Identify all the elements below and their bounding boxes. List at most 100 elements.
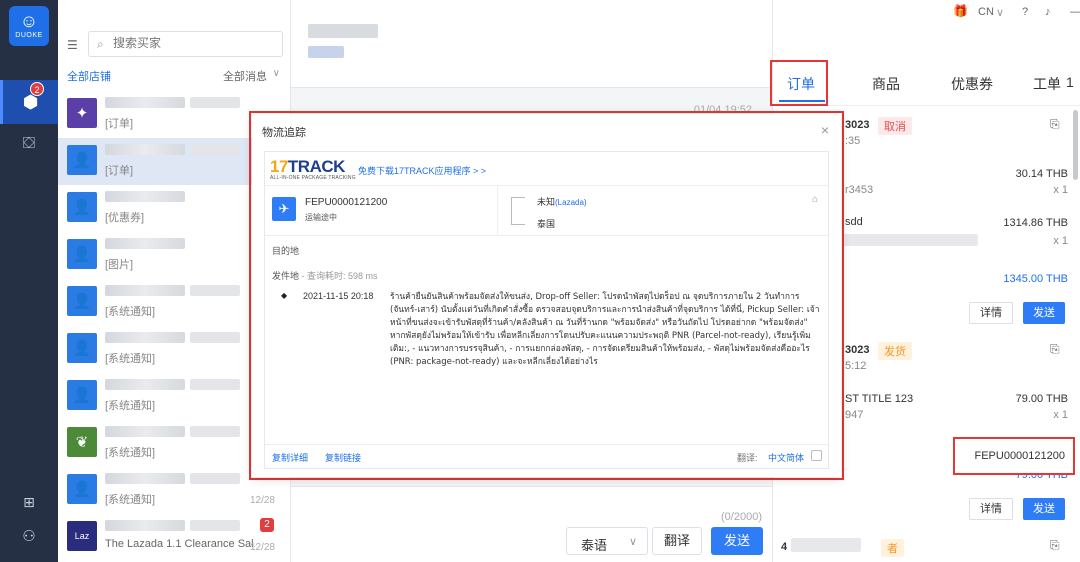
item-price: 30.14 THB	[1015, 168, 1068, 180]
gift-icon[interactable]: 🎁	[953, 4, 968, 18]
divider	[497, 186, 498, 236]
unread-badge: 2	[260, 518, 274, 532]
order-detail-button[interactable]: 详情	[969, 498, 1013, 520]
shopping-bag-icon: ⛋	[22, 135, 36, 152]
search-box[interactable]: ⌕	[88, 31, 283, 57]
chevron-down-icon[interactable]: ∨	[273, 68, 280, 79]
user-avatar-icon: 👤	[67, 239, 97, 269]
tab-coupons[interactable]: 优惠券	[951, 74, 993, 94]
modal-title: 物流追踪	[262, 127, 306, 139]
conversation-preview: [系统通知]	[105, 447, 156, 459]
name-redacted	[190, 473, 240, 484]
name-redacted	[190, 285, 240, 296]
order-time: 5:12	[845, 360, 867, 372]
status-badge: 者	[881, 539, 904, 557]
tab-tickets[interactable]: 工单	[1033, 74, 1061, 94]
brand-name: DUOKE	[15, 32, 43, 39]
route-line	[511, 197, 525, 225]
conversation-preview: [订单]	[105, 118, 134, 130]
nav-chat[interactable]: ⬢ 2	[0, 80, 58, 124]
nav-shop[interactable]: ⛋	[0, 122, 58, 166]
name-redacted	[190, 144, 240, 155]
event-time: 2021-11-15 20:18	[303, 291, 374, 301]
all-shops-filter[interactable]: 全部店铺	[67, 68, 111, 84]
search-icon: ⌕	[97, 37, 104, 51]
origin-label: 发件地 - 查询耗时: 598 ms	[272, 271, 378, 281]
carrier-name: 未知(Lazada)	[537, 197, 587, 207]
destination-country: 泰国	[537, 219, 556, 229]
name-redacted	[105, 379, 185, 390]
tracking-modal: 物流追踪 × 17TRACK ALL-IN-ONE PACKAGE TRACKI…	[252, 114, 841, 477]
collapse-menu-icon[interactable]: ☰	[67, 38, 81, 52]
conversation-preview: [优惠券]	[105, 212, 145, 224]
user-avatar-icon: 👤	[67, 333, 97, 363]
translate-button[interactable]: 翻译	[652, 527, 702, 555]
order-time: :35	[845, 135, 861, 147]
translate-language[interactable]: 中文简体	[768, 451, 804, 464]
tracking-number-highlight[interactable]: FEPU0000121200	[953, 437, 1075, 475]
shop-avatar: ❦	[67, 427, 97, 457]
all-messages-filter[interactable]: 全部消息	[223, 68, 267, 84]
shop-tag-redacted	[308, 46, 344, 58]
event-description: ร้านค้ายืนยันสินค้าพร้อมจัดส่งให้ขนส่ง, …	[390, 292, 820, 367]
order-total: 1345.00 THB	[1003, 273, 1068, 285]
nav-profile[interactable]: ⚇	[0, 514, 58, 558]
tab-products[interactable]: 商品	[872, 74, 900, 94]
copy-icon[interactable]: ⎘	[1050, 117, 1060, 132]
language-value: 泰语	[581, 538, 608, 553]
order-id: 3023	[845, 344, 870, 356]
copy-icon[interactable]: ⎘	[1050, 342, 1060, 357]
app-logo: ☺ DUOKE	[9, 6, 49, 46]
item-name: ST TITLE 123	[845, 393, 914, 405]
close-icon[interactable]: ×	[821, 122, 829, 138]
17track-logo: 17TRACK ALL-IN-ONE PACKAGE TRACKING	[270, 157, 356, 181]
user-icon: ⚇	[22, 528, 36, 545]
nav-chat-badge: 2	[30, 82, 44, 96]
tracking-number: FEPU0000121200	[305, 197, 388, 208]
user-avatar-icon: 👤	[67, 474, 97, 504]
minimize-icon[interactable]: —	[1070, 6, 1080, 18]
translate-checkbox[interactable]	[811, 450, 822, 461]
order-id: 4	[781, 541, 788, 553]
speaker-icon[interactable]: ♪	[1045, 6, 1051, 18]
conversation-preview: [系统通知]	[105, 494, 156, 506]
name-redacted	[190, 97, 240, 108]
item-price: 79.00 THB	[1015, 393, 1068, 405]
copy-link-link[interactable]: 复制链接	[325, 451, 361, 464]
left-rail: ☺ DUOKE ⬢ 2 ⛋ ⊞ ⚇	[0, 0, 58, 562]
name-redacted	[105, 97, 185, 108]
user-avatar-icon: 👤	[67, 286, 97, 316]
order-detail-button[interactable]: 详情	[969, 302, 1013, 324]
copy-detail-link[interactable]: 复制详细	[272, 451, 308, 464]
download-app-link[interactable]: 免费下载17TRACK应用程序 > >	[358, 164, 486, 177]
order-send-button[interactable]: 发送	[1023, 498, 1065, 520]
copy-icon[interactable]: ⎘	[1050, 538, 1060, 553]
send-button[interactable]: 发送	[711, 527, 763, 555]
chevron-down-icon[interactable]: ∨	[996, 6, 1004, 19]
smile-icon: ☺	[19, 11, 39, 31]
order-scrollbar[interactable]	[1073, 110, 1078, 180]
conversation-preview: [订单]	[105, 165, 134, 177]
tracking-frame: 17TRACK ALL-IN-ONE PACKAGE TRACKING 免费下载…	[264, 151, 829, 469]
language-switch[interactable]: CN	[978, 6, 994, 18]
conversation-item[interactable]: Laz The Lazada 1.1 Clearance Sal... 12/2…	[58, 514, 284, 561]
home-icon: ⌂	[812, 194, 819, 205]
help-icon[interactable]: ?	[1022, 6, 1028, 18]
event-dot-icon: ◆	[281, 291, 288, 300]
translate-label: 翻译:	[737, 453, 758, 463]
name-redacted	[105, 332, 185, 343]
item-ref: r3453	[845, 184, 874, 196]
search-input[interactable]	[113, 36, 273, 50]
language-select[interactable]: 泰语 ∨	[566, 527, 648, 555]
lazada-avatar: Laz	[67, 521, 97, 551]
tracking-number: FEPU0000121200	[974, 450, 1065, 462]
item-price: 1314.86 THB	[1003, 217, 1068, 229]
conversation-time: 12/28	[249, 542, 275, 553]
order-id-redacted	[791, 538, 861, 552]
message-composer[interactable]: (0/2000) 泰语 ∨ 翻译 发送	[291, 486, 772, 562]
tracking-event: ◆ 2021-11-15 20:18 ร้านค้ายืนยันสินค้าพร…	[265, 289, 828, 379]
name-redacted	[105, 238, 185, 249]
item-qty: x 1	[1053, 235, 1068, 247]
order-send-button[interactable]: 发送	[1023, 302, 1065, 324]
destination-label: 目的地	[272, 246, 300, 256]
